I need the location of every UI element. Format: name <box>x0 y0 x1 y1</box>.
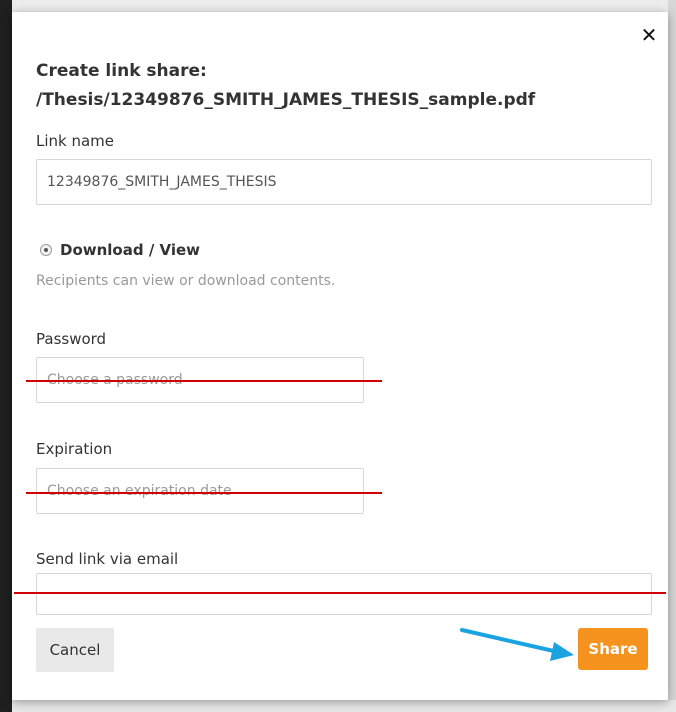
email-strike-annotation <box>14 592 666 594</box>
share-button[interactable]: Share <box>578 628 648 670</box>
expiration-strike-annotation <box>26 492 382 494</box>
radio-selected-icon[interactable] <box>40 244 52 256</box>
cancel-button[interactable]: Cancel <box>36 628 114 672</box>
permission-option-download-view[interactable]: Download / View <box>40 241 200 259</box>
backdrop-right <box>668 0 676 712</box>
link-name-input[interactable] <box>36 159 652 205</box>
permission-description: Recipients can view or download contents… <box>36 273 336 289</box>
expiration-input[interactable] <box>36 468 364 514</box>
create-link-share-dialog: ✕ Create link share: /Thesis/12349876_SM… <box>12 12 668 700</box>
backdrop-top <box>12 0 676 12</box>
password-label: Password <box>36 330 107 348</box>
link-name-label: Link name <box>36 132 115 150</box>
email-label: Send link via email <box>36 550 179 568</box>
permission-option-label: Download / View <box>60 241 201 259</box>
arrow-right-icon <box>460 628 574 661</box>
dialog-title: Create link share: /Thesis/12349876_SMIT… <box>36 57 636 115</box>
email-input[interactable] <box>36 573 652 615</box>
backdrop-left <box>0 0 12 712</box>
dialog-title-heading: Create link share: <box>36 61 207 81</box>
password-strike-annotation <box>26 380 382 382</box>
close-icon[interactable]: ✕ <box>638 24 660 46</box>
dialog-title-path: /Thesis/12349876_SMITH_JAMES_THESIS_samp… <box>36 90 536 110</box>
expiration-label: Expiration <box>36 440 113 458</box>
backdrop-bottom <box>12 700 676 712</box>
